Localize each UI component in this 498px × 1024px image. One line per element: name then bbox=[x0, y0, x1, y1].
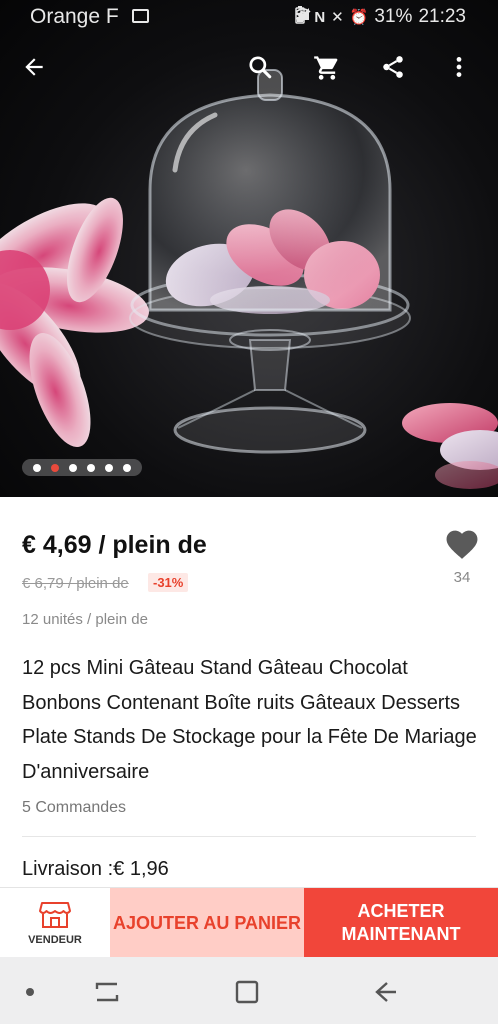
system-nav-bar bbox=[0, 957, 498, 1024]
add-to-cart-button[interactable]: AJOUTER AU PANIER bbox=[110, 888, 304, 958]
heart-icon bbox=[446, 530, 478, 559]
original-price: € 6,79 / plein de bbox=[22, 575, 129, 592]
discount-badge: -31% bbox=[148, 573, 189, 592]
more-options-button[interactable] bbox=[446, 54, 482, 90]
mute-icon: ✕ bbox=[331, 9, 344, 26]
divider bbox=[22, 836, 476, 837]
dot-icon bbox=[26, 988, 34, 996]
share-icon bbox=[383, 56, 403, 78]
carousel-dot[interactable] bbox=[87, 463, 95, 472]
more-vert-icon bbox=[456, 57, 462, 77]
shipping-cost[interactable]: Livraison :€ 1,96 bbox=[22, 858, 169, 881]
seller-button[interactable]: VENDEUR bbox=[0, 888, 110, 958]
wishlist-count: 34 bbox=[453, 569, 471, 586]
alarm-icon: ⏰ bbox=[349, 9, 369, 26]
carousel-dot[interactable] bbox=[69, 463, 77, 472]
recents-icon bbox=[95, 982, 119, 1002]
search-button[interactable] bbox=[247, 54, 283, 90]
nav-dot-button[interactable] bbox=[15, 977, 45, 1007]
product-image[interactable]: Orange F ✱ N ✕ ⏰ 31% 21:23 bbox=[0, 0, 498, 497]
battery-percent: 31% bbox=[374, 6, 413, 27]
carousel-dot[interactable] bbox=[51, 463, 59, 472]
home-icon bbox=[235, 980, 259, 1004]
back-arrow-icon bbox=[25, 58, 43, 76]
clock: 21:23 bbox=[418, 6, 466, 27]
status-bar: Orange F ✱ N ✕ ⏰ 31% 21:23 bbox=[0, 0, 498, 36]
action-bar: VENDEUR AJOUTER AU PANIER ACHETER MAINTE… bbox=[0, 887, 498, 958]
cart-button[interactable] bbox=[313, 54, 349, 90]
product-title: 12 pcs Mini Gâteau Stand Gâteau Chocolat… bbox=[22, 657, 477, 783]
product-price: € 4,69 / plein de bbox=[22, 531, 207, 559]
seller-label: VENDEUR bbox=[28, 934, 82, 946]
recent-apps-button[interactable] bbox=[92, 977, 122, 1007]
share-button[interactable] bbox=[380, 54, 416, 90]
nfc-icon: N bbox=[314, 8, 326, 26]
system-back-button[interactable] bbox=[370, 977, 400, 1007]
search-icon bbox=[249, 56, 272, 79]
store-icon bbox=[39, 902, 71, 928]
order-count: 5 Commandes bbox=[22, 799, 127, 816]
carousel-dot[interactable] bbox=[105, 463, 113, 472]
battery-icon bbox=[295, 6, 305, 24]
status-right: ✱ N ✕ ⏰ 31% 21:23 bbox=[295, 6, 466, 28]
wishlist-button[interactable] bbox=[443, 526, 481, 560]
unit-info: 12 unités / plein de bbox=[22, 611, 148, 628]
cart-icon bbox=[314, 56, 338, 80]
image-carousel-indicator[interactable] bbox=[22, 459, 142, 476]
buy-now-button[interactable]: ACHETER MAINTENANT bbox=[304, 888, 498, 958]
image-notification-icon bbox=[132, 9, 149, 23]
carousel-dot[interactable] bbox=[33, 463, 41, 472]
carrier-name: Orange F bbox=[30, 5, 119, 28]
back-icon bbox=[375, 982, 396, 1002]
home-button[interactable] bbox=[232, 977, 262, 1007]
carousel-dot[interactable] bbox=[123, 463, 131, 472]
back-button[interactable] bbox=[21, 54, 57, 90]
